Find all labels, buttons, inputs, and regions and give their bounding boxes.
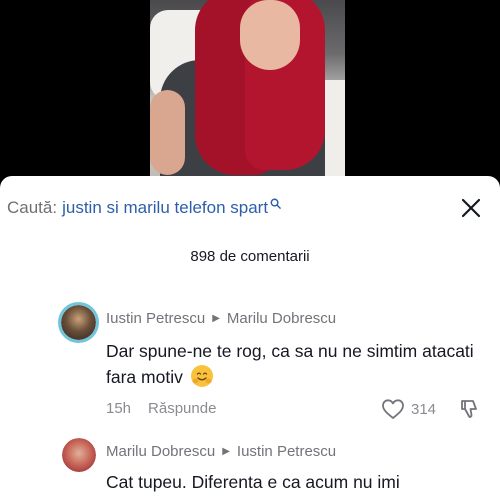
author-name[interactable]: Marilu Dobrescu xyxy=(106,443,215,460)
search-query-link[interactable]: justin si marilu telefon spart xyxy=(62,198,268,218)
comment-meta: 15h Răspunde xyxy=(106,400,216,417)
comment-names: Iustin Petrescu ▶ Marilu Dobrescu xyxy=(106,310,336,327)
avatar[interactable] xyxy=(62,438,96,472)
reply-to-name[interactable]: Iustin Petrescu xyxy=(237,443,336,460)
hugging-face-emoji-icon xyxy=(190,365,213,387)
comment-text: Cat tupeu. Diferenta e ca acum nu imi xyxy=(106,472,400,492)
comment-time: 15h xyxy=(106,400,132,417)
comment-count: 898 de comentarii xyxy=(190,248,310,265)
like-count: 314 xyxy=(411,400,437,418)
reply-arrow-icon: ▶ xyxy=(222,446,230,457)
search-label: Caută: xyxy=(7,198,58,217)
comment-names: Marilu Dobrescu ▶ Iustin Petrescu xyxy=(106,443,336,460)
reply-button[interactable]: Răspunde xyxy=(148,400,216,417)
reply-arrow-icon: ▶ xyxy=(212,313,220,324)
video-player[interactable] xyxy=(0,0,500,178)
heart-icon[interactable] xyxy=(381,398,405,420)
comment-text: Dar spune-ne te rog, ca sa nu ne simtim … xyxy=(106,341,474,387)
related-search[interactable]: Caută: justin si marilu telefon spart xyxy=(7,196,281,220)
close-icon[interactable] xyxy=(460,197,482,219)
author-name[interactable]: Iustin Petrescu xyxy=(106,310,205,327)
avatar[interactable] xyxy=(58,302,99,343)
search-icon xyxy=(270,198,281,209)
reply-to-name[interactable]: Marilu Dobrescu xyxy=(227,310,336,327)
dislike-icon[interactable] xyxy=(458,398,480,420)
video-thumbnail xyxy=(150,0,345,178)
like-group: 314 xyxy=(381,398,480,420)
